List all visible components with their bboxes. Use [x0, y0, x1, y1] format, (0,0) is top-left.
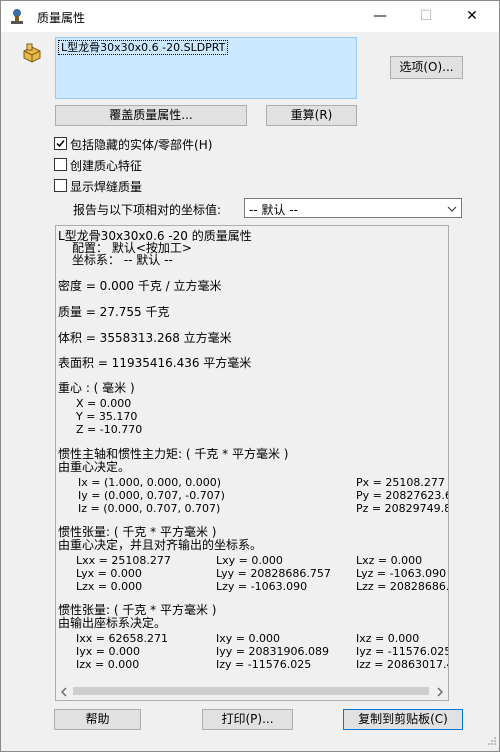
- selected-parts-list[interactable]: L型龙骨30x30x0.6 -20.SLDPRT: [55, 37, 357, 99]
- centroid-z: Z = -10.770: [76, 423, 143, 436]
- tensor-value: Lxy = 0.000: [216, 554, 283, 567]
- tensor-value: Lyz = -1063.090: [356, 567, 447, 580]
- checkbox-checked-icon[interactable]: [54, 137, 67, 150]
- dropdown-value: -- 默认 --: [249, 203, 298, 217]
- close-button[interactable]: ✕: [449, 1, 495, 32]
- tensor-value: Iyy = 20831906.089: [216, 645, 329, 658]
- centroid-y: Y = 35.170: [76, 410, 138, 423]
- density-line: 密度 = 0.000 千克 / 立方毫米: [58, 279, 222, 293]
- scrollbar-thumb[interactable]: [73, 687, 429, 695]
- mass-properties-window: 质量属性 — ☐ ✕ L型龙骨30x30x0.6 -20.SLDPRT 选项(O…: [0, 0, 500, 752]
- checkbox-box[interactable]: [54, 179, 67, 192]
- tensor-value: Lzz = 20828686.757: [356, 580, 449, 593]
- app-icon: [7, 6, 27, 26]
- window-title: 质量属性: [37, 11, 86, 25]
- part-icon: [21, 42, 43, 64]
- volume-line: 体积 = 3558313.268 立方毫米: [58, 331, 232, 345]
- tensor-centroid-subtitle: 由重心决定，并且对齐输出的坐标系。: [58, 538, 263, 552]
- scroll-right-icon[interactable]: [436, 686, 444, 700]
- recalculate-button[interactable]: 重算(R): [266, 105, 357, 126]
- override-mass-properties-button[interactable]: 覆盖质量属性...: [55, 105, 247, 126]
- list-item[interactable]: L型龙骨30x30x0.6 -20.SLDPRT: [58, 40, 229, 55]
- options-button[interactable]: 选项(O)...: [390, 56, 463, 79]
- show-weld-mass-checkbox[interactable]: 显示焊缝质量: [54, 177, 354, 194]
- tensor-value: Ixz = 0.000: [356, 632, 420, 645]
- centroid-x: X = 0.000: [76, 397, 132, 410]
- tensor-value: Iyx = 0.000: [76, 645, 140, 658]
- tensor-output-subtitle: 由输出座标系决定。: [58, 616, 167, 630]
- mass-line: 质量 = 27.755 千克: [58, 305, 170, 319]
- coordinate-system-dropdown[interactable]: -- 默认 --: [244, 198, 462, 218]
- tensor-value: Izy = -11576.025: [216, 658, 312, 671]
- print-button[interactable]: 打印(P)...: [202, 709, 293, 730]
- tensor-value: Lyx = 0.000: [76, 567, 142, 580]
- tensor-value: Ixx = 62658.271: [76, 632, 168, 645]
- tensor-value: Lxx = 25108.277: [76, 554, 171, 567]
- surface-area-line: 表面积 = 11935416.436 平方毫米: [58, 356, 252, 370]
- checkbox-label: 创建质心特征: [70, 159, 143, 173]
- copy-to-clipboard-button[interactable]: 复制到剪贴板(C): [343, 709, 463, 730]
- tensor-value: Izx = 0.000: [76, 658, 140, 671]
- title-bar: 质量属性 — ☐ ✕: [1, 1, 499, 32]
- centroid-title: 重心 : ( 毫米 ): [58, 381, 135, 395]
- minimize-button[interactable]: —: [357, 1, 403, 32]
- horizontal-scrollbar[interactable]: [56, 683, 448, 700]
- help-button[interactable]: 帮助: [54, 709, 141, 730]
- principal-moment-pz: Pz = 20829749.847: [356, 502, 448, 515]
- chevron-down-icon[interactable]: [447, 203, 457, 217]
- results-text-area[interactable]: L型龙骨30x30x0.6 -20 的质量属性 配置： 默认<按加工> 坐标系：…: [55, 225, 449, 701]
- resize-grip-icon[interactable]: [487, 735, 497, 749]
- checkbox-label: 包括隐藏的实体/零部件(H): [70, 138, 213, 152]
- principal-moment-px: Px = 25108.277: [356, 476, 445, 489]
- tensor-value: Izz = 20863017.415: [356, 658, 448, 671]
- coordinate-report-label: 报告与以下项相对的坐标值:: [73, 203, 222, 217]
- scroll-left-icon[interactable]: [60, 686, 68, 700]
- tensor-value: Ixy = 0.000: [216, 632, 280, 645]
- principal-subtitle: 由重心决定。: [58, 460, 131, 474]
- principal-axis-iz: Iz = (0.000, 0.707, 0.707): [78, 502, 221, 515]
- tensor-value: Lyy = 20828686.757: [216, 567, 331, 580]
- principal-axis-iy: Iy = (0.000, 0.707, -0.707): [78, 489, 225, 502]
- tensor-value: Lzx = 0.000: [76, 580, 143, 593]
- checkbox-label: 显示焊缝质量: [70, 180, 143, 194]
- create-centroid-checkbox[interactable]: 创建质心特征: [54, 156, 354, 173]
- tensor-value: Iyz = -11576.025: [356, 645, 449, 658]
- maximize-button[interactable]: ☐: [403, 1, 449, 32]
- tensor-value: Lxz = 0.000: [356, 554, 423, 567]
- principal-axis-ix: Ix = (1.000, 0.000, 0.000): [78, 476, 222, 489]
- checkbox-box[interactable]: [54, 158, 67, 171]
- coord-system-line: 坐标系： -- 默认 --: [72, 253, 173, 267]
- tensor-value: Lzy = -1063.090: [216, 580, 308, 593]
- include-hidden-checkbox[interactable]: 包括隐藏的实体/零部件(H): [54, 135, 354, 152]
- principal-moment-py: Py = 20827623.667: [356, 489, 448, 502]
